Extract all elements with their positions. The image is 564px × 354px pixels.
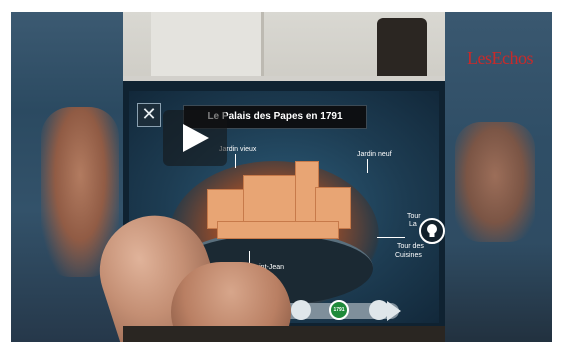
label-tour-des-cuisines-line1: Tour des (397, 243, 424, 250)
label-jardin-neuf: Jardin neuf (357, 151, 392, 158)
palace-3d-model[interactable] (197, 161, 353, 241)
door-image (151, 12, 264, 80)
play-button[interactable] (163, 110, 227, 166)
arrow-right-icon[interactable] (387, 301, 401, 321)
timeline-active-year: 1791 (333, 307, 345, 313)
timeline-stop-2[interactable] (291, 300, 311, 320)
timeline-stop-3[interactable] (369, 300, 389, 320)
video-frame: ✕ Le Palais des Papes en 1791 Jardin vie… (0, 0, 564, 354)
desk-edge (123, 326, 445, 342)
room-background (123, 12, 445, 80)
label-tour-partial: Tour (407, 213, 421, 220)
close-icon: ✕ (141, 104, 157, 124)
label-tour-partial-2: La (409, 221, 417, 228)
play-icon (183, 124, 209, 152)
chair-image (377, 18, 427, 80)
lightbulb-button[interactable] (419, 218, 445, 244)
label-tour-des-cuisines-line2: Cuisines (395, 252, 422, 259)
video-player[interactable]: ✕ Le Palais des Papes en 1791 Jardin vie… (11, 12, 552, 342)
timeline-stop-active[interactable]: 1791 (329, 300, 349, 320)
close-button[interactable]: ✕ (137, 103, 161, 127)
brand-logo: LesEchos (467, 48, 533, 68)
lightbulb-icon (427, 224, 437, 237)
